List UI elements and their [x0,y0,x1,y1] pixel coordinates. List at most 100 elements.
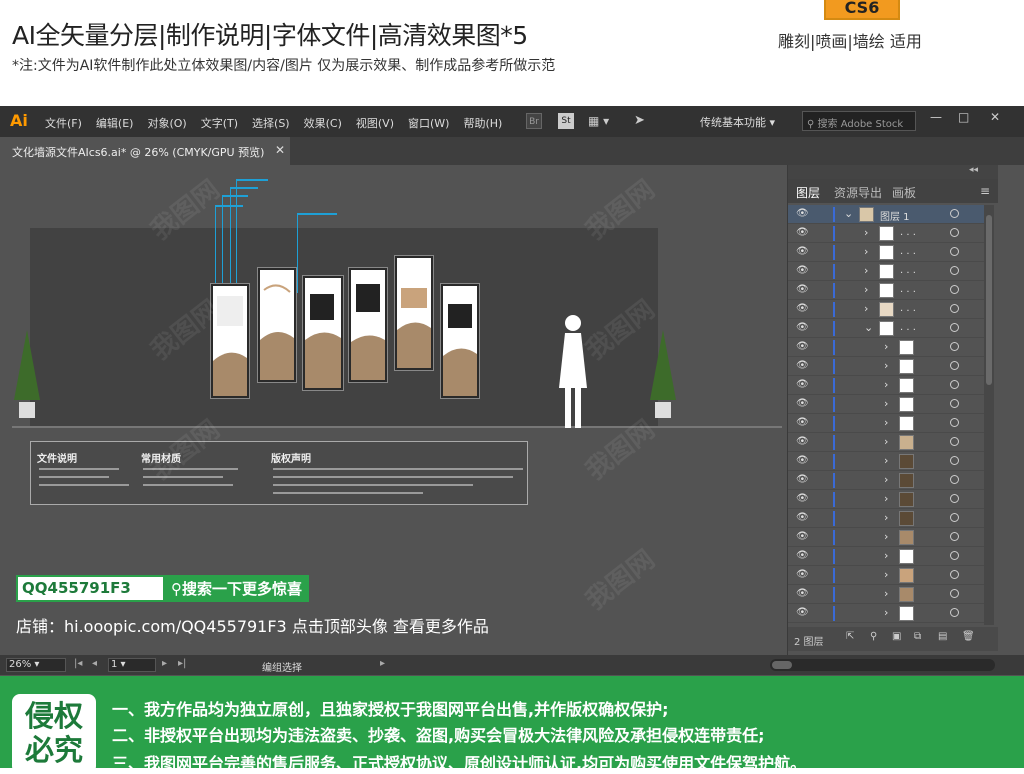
menu-help[interactable]: 帮助(H) [463,115,502,131]
target-circle-icon[interactable] [950,532,959,541]
target-circle-icon[interactable] [950,361,959,370]
layer-row[interactable]: 👁 › [788,509,984,528]
expand-chevron-icon[interactable]: › [884,378,888,391]
expand-chevron-icon[interactable]: › [884,530,888,543]
layer-row[interactable]: 👁 › [788,604,984,623]
close-tab-button[interactable]: ✕ [275,143,285,157]
tab-asset-export[interactable]: 资源导出 [834,184,882,201]
layers-scrollbar[interactable] [984,205,994,625]
expand-chevron-icon[interactable]: › [884,568,888,581]
visibility-eye-icon[interactable]: 👁 [796,208,809,219]
menu-view[interactable]: 视图(V) [356,115,394,131]
arrange-documents-icon[interactable]: ▦ ▾ [588,114,609,128]
document-tab[interactable]: 文化墙源文件AIcs6.ai* @ 26% (CMYK/GPU 预览) [0,137,290,165]
search-more-button[interactable]: ⚲搜索一下更多惊喜 [165,575,309,602]
target-circle-icon[interactable] [950,209,959,218]
layer-row[interactable]: 👁 › [788,452,984,471]
visibility-eye-icon[interactable]: 👁 [796,360,809,371]
layer-row[interactable]: 👁 › . . . [788,300,984,319]
visibility-eye-icon[interactable]: 👁 [796,322,809,333]
menu-edit[interactable]: 编辑(E) [96,115,134,131]
target-circle-icon[interactable] [950,437,959,446]
workspace-switcher[interactable]: 传统基本功能 ▾ [700,114,775,130]
last-artboard-icon[interactable]: ▸| [178,658,186,669]
visibility-eye-icon[interactable]: 👁 [796,474,809,485]
expand-chevron-icon[interactable]: › [884,435,888,448]
artboard-canvas[interactable]: 文件说明 常用材质 版权声明 QQ455791F3 ⚲搜索一下更多惊喜 店铺：h… [0,165,786,655]
expand-chevron-icon[interactable]: › [884,359,888,372]
visibility-eye-icon[interactable]: 👁 [796,303,809,314]
new-layer-icon[interactable]: ▤ [938,631,947,642]
expand-chevron-icon[interactable]: › [864,283,868,296]
clipping-mask-icon[interactable]: ▣ [892,631,901,642]
layer-row[interactable]: 👁 › [788,376,984,395]
menu-select[interactable]: 选择(S) [252,115,290,131]
visibility-eye-icon[interactable]: 👁 [796,417,809,428]
stock-search-input[interactable]: ⚲ 搜索 Adobe Stock [802,111,916,131]
layer-row[interactable]: 👁 › [788,585,984,604]
visibility-eye-icon[interactable]: 👁 [796,455,809,466]
expand-chevron-icon[interactable]: › [884,416,888,429]
culture-wall-panel[interactable] [303,276,343,390]
visibility-eye-icon[interactable]: 👁 [796,341,809,352]
expand-chevron-icon[interactable]: › [884,492,888,505]
target-circle-icon[interactable] [950,380,959,389]
minimize-button[interactable]: — [930,110,942,124]
zoom-field[interactable]: 26% ▾ [6,658,66,672]
expand-chevron-icon[interactable]: › [884,454,888,467]
next-artboard-icon[interactable]: ▸ [162,658,167,669]
target-circle-icon[interactable] [950,342,959,351]
visibility-eye-icon[interactable]: 👁 [796,531,809,542]
target-circle-icon[interactable] [950,608,959,617]
maximize-button[interactable]: □ [958,110,969,124]
visibility-eye-icon[interactable]: 👁 [796,398,809,409]
expand-chevron-icon[interactable]: › [884,511,888,524]
status-menu-icon[interactable]: ▸ [380,658,385,669]
visibility-eye-icon[interactable]: 👁 [796,588,809,599]
export-icon[interactable]: ⇱ [846,631,854,642]
menu-type[interactable]: 文字(T) [201,115,238,131]
close-window-button[interactable]: ✕ [990,110,1000,124]
culture-wall-panel[interactable] [441,284,479,398]
expand-chevron-icon[interactable]: › [884,473,888,486]
visibility-eye-icon[interactable]: 👁 [796,569,809,580]
expand-chevron-icon[interactable]: › [884,340,888,353]
expand-chevron-icon[interactable]: › [864,245,868,258]
layer-row[interactable]: 👁 › . . . [788,262,984,281]
target-circle-icon[interactable] [950,418,959,427]
horizontal-scrollbar[interactable] [770,659,995,671]
panel-collapse-button[interactable]: ◂◂ [788,165,998,179]
expand-chevron-icon[interactable]: › [884,606,888,619]
culture-wall-panel[interactable] [258,268,296,382]
target-circle-icon[interactable] [950,228,959,237]
visibility-eye-icon[interactable]: 👁 [796,265,809,276]
target-circle-icon[interactable] [950,285,959,294]
visibility-eye-icon[interactable]: 👁 [796,227,809,238]
gpu-performance-icon[interactable]: ➤ [634,113,645,128]
layer-row[interactable]: 👁 › . . . [788,224,984,243]
menu-window[interactable]: 窗口(W) [408,115,449,131]
layer-row[interactable]: 👁 › [788,338,984,357]
target-circle-icon[interactable] [950,323,959,332]
layer-row[interactable]: 👁 › [788,357,984,376]
target-circle-icon[interactable] [950,304,959,313]
expand-chevron-icon[interactable]: › [864,226,868,239]
target-circle-icon[interactable] [950,456,959,465]
target-circle-icon[interactable] [950,513,959,522]
menu-effect[interactable]: 效果(C) [304,115,342,131]
locate-object-icon[interactable]: ⚲ [870,631,877,642]
layer-row[interactable]: 👁 › [788,490,984,509]
expand-chevron-icon[interactable]: › [864,264,868,277]
visibility-eye-icon[interactable]: 👁 [796,493,809,504]
layer-row[interactable]: 👁 › [788,414,984,433]
visibility-eye-icon[interactable]: 👁 [796,436,809,447]
scroll-thumb[interactable] [772,661,792,669]
culture-wall-panel[interactable] [211,284,249,398]
scroll-thumb[interactable] [986,215,992,385]
layer-row-top[interactable]: 👁 ⌄ 图层 1 [788,205,984,224]
new-sublayer-icon[interactable]: ⧉ [914,631,921,642]
artboard-number-field[interactable]: 1 ▾ [108,658,156,672]
target-circle-icon[interactable] [950,589,959,598]
target-circle-icon[interactable] [950,570,959,579]
trash-icon[interactable]: 🗑 [962,631,975,642]
